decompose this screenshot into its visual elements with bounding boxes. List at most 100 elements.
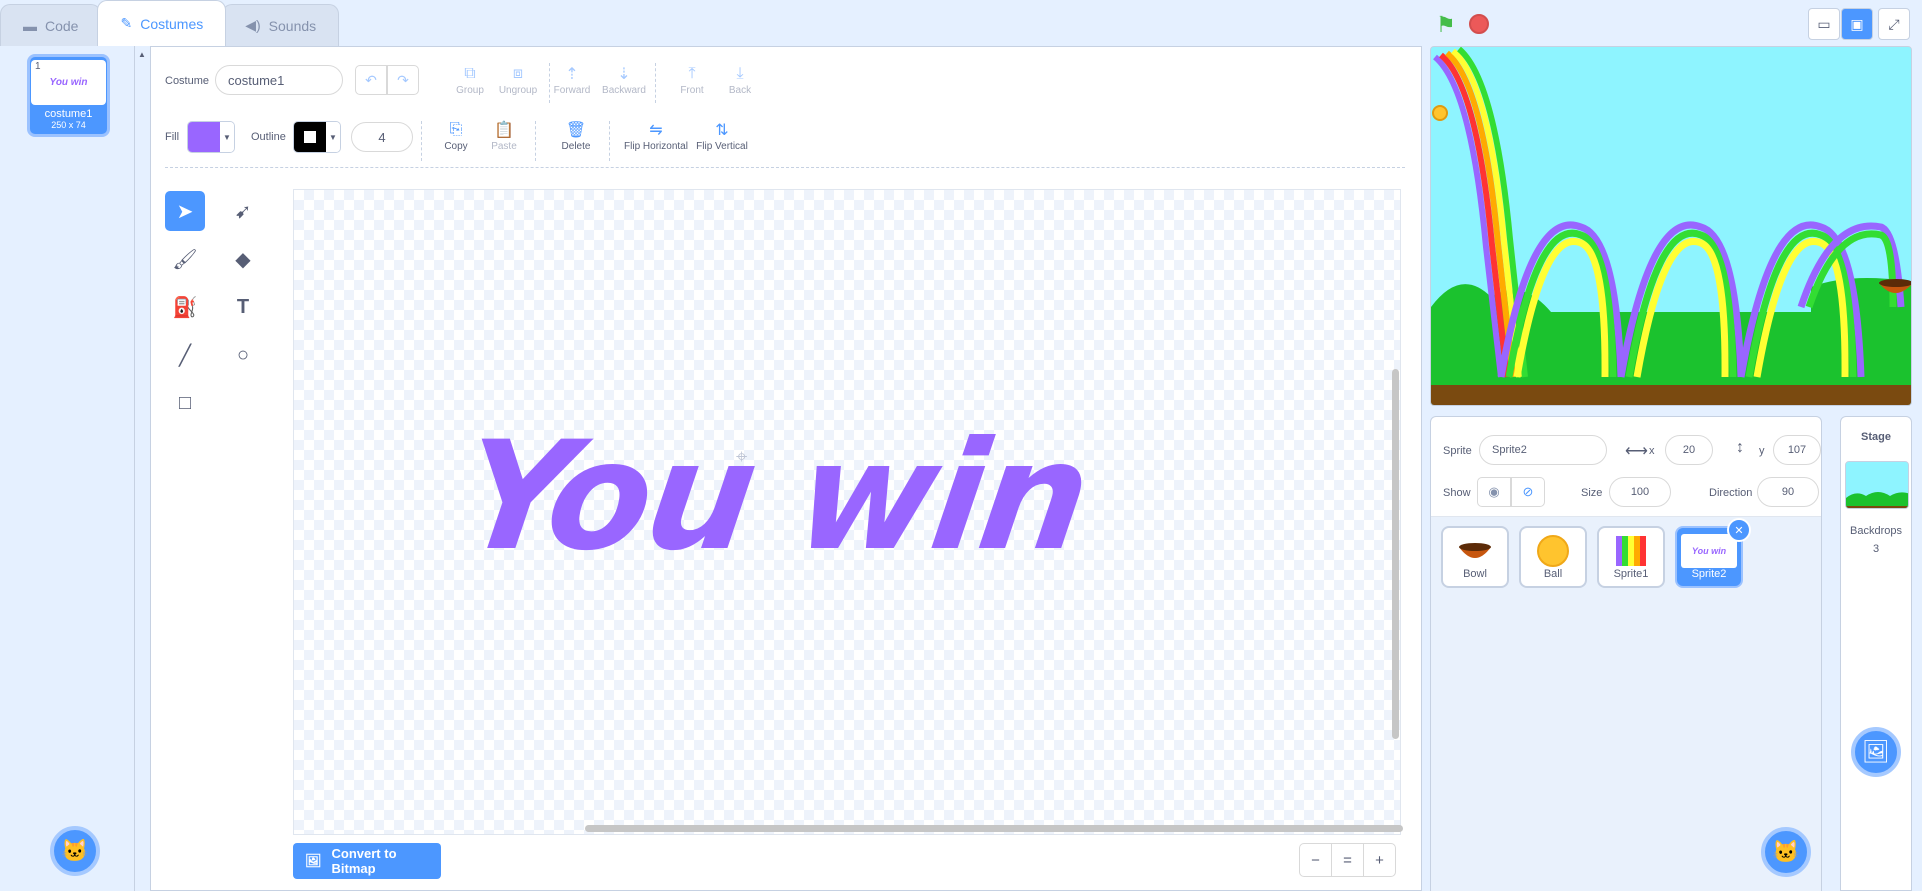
flip-vertical-label: Flip Vertical: [696, 141, 748, 152]
group-label: Group: [456, 85, 484, 96]
group-button[interactable]: ⧉ Group: [445, 63, 495, 107]
y-position-input[interactable]: 107: [1773, 435, 1821, 465]
back-button[interactable]: ⤓ Back: [715, 63, 765, 107]
undo-button[interactable]: ↶: [355, 65, 387, 95]
y-label: y: [1759, 445, 1765, 457]
brush-tool[interactable]: 🖌: [165, 239, 205, 279]
flip-vertical-button[interactable]: ⇅ Flip Vertical: [691, 119, 753, 163]
sprite-tile-sprite2[interactable]: You win Sprite2 ✕: [1675, 518, 1751, 588]
outline-width-input[interactable]: 4: [351, 122, 413, 152]
delete-sprite-button[interactable]: ✕: [1727, 518, 1751, 542]
toolbar-divider: [535, 121, 536, 161]
back-label: Back: [728, 85, 752, 96]
brush-icon: ✎: [120, 15, 133, 31]
editor-toolbar-top: Costume costume1 ↶ ↷ ⧉ Group ⧈ Ungroup ⇡ Fo…: [165, 63, 1385, 103]
paste-button[interactable]: 📋 Paste: [479, 119, 529, 163]
ball-thumbnail: [1531, 534, 1575, 568]
front-button[interactable]: ⤒ Front: [667, 63, 717, 107]
outline-color-picker[interactable]: ▼: [293, 121, 341, 153]
undo-icon: ↶: [365, 71, 377, 88]
paste-icon: 📋: [494, 122, 514, 139]
text-tool[interactable]: T: [223, 287, 263, 327]
sprite-tile-label: Ball: [1543, 568, 1563, 580]
stage-title: Stage: [1861, 431, 1891, 443]
stage-target-pane[interactable]: Stage Backdrops 3 🖼: [1840, 416, 1912, 891]
horizontal-scrollbar[interactable]: [585, 825, 1403, 832]
sprite-name-input[interactable]: Sprite2: [1479, 435, 1607, 465]
size-input[interactable]: 100: [1609, 477, 1671, 507]
ungroup-button[interactable]: ⧈ Ungroup: [493, 63, 543, 107]
eraser-tool[interactable]: ◆: [223, 239, 263, 279]
costume-text-you-win[interactable]: You win: [452, 410, 1097, 584]
show-sprite-button[interactable]: ◉: [1477, 477, 1511, 507]
sprite-tile-label: Bowl: [1463, 568, 1487, 580]
toolbar-divider: [421, 121, 422, 161]
fill-color-picker[interactable]: ▼: [187, 121, 235, 153]
cat-plus-icon: 🐱: [1772, 839, 1800, 864]
delete-label: Delete: [561, 141, 591, 152]
x-position-input[interactable]: 20: [1665, 435, 1713, 465]
rectangle-tool[interactable]: □: [165, 383, 205, 423]
direction-input[interactable]: 90: [1757, 477, 1819, 507]
cat-plus-icon: 🐱: [61, 838, 89, 863]
redo-button[interactable]: ↷: [387, 65, 419, 95]
circle-tool[interactable]: ○: [223, 335, 263, 375]
small-stage-button[interactable]: ▭: [1808, 8, 1840, 40]
backward-label: Backward: [602, 85, 646, 96]
sprite-tile-sprite1[interactable]: Sprite1: [1597, 526, 1665, 588]
tab-sounds-label: Sounds: [268, 17, 317, 34]
delete-button[interactable]: 🗑 Delete: [551, 119, 601, 163]
fill-label: Fill: [165, 131, 180, 143]
redo-icon: ↷: [397, 71, 409, 88]
forward-button[interactable]: ⇡ Forward: [547, 63, 597, 107]
flip-horizontal-button[interactable]: ⇋ Flip Horizontal: [621, 119, 691, 163]
add-costume-button[interactable]: 🐱: [50, 826, 100, 876]
fullscreen-button[interactable]: ⤢: [1878, 8, 1910, 40]
add-backdrop-button[interactable]: 🖼: [1851, 727, 1901, 777]
fill-tool[interactable]: ⛽: [165, 287, 205, 327]
add-sprite-button[interactable]: 🐱: [1761, 827, 1811, 877]
sprite-list: Bowl Ball Sprite1 You win Sprite2 ✕ 🐱: [1431, 517, 1821, 891]
costume-name-input[interactable]: costume1: [215, 65, 343, 95]
tab-code-label: Code: [45, 17, 79, 34]
copy-button[interactable]: ⎘ Copy: [431, 119, 481, 163]
sprite-pane: Sprite Sprite2 ⟷ x 20 ↕ y 107 Show ◉ ⊘ S…: [1430, 416, 1822, 891]
convert-to-bitmap-label: Convert to Bitmap: [331, 846, 397, 876]
eraser-icon: ◆: [235, 248, 251, 271]
costume-name-label: Costume: [165, 75, 210, 87]
scroll-up-arrow-icon[interactable]: ▲: [138, 50, 146, 59]
zoom-out-button[interactable]: −: [1299, 843, 1332, 877]
group-icon: ⧉: [464, 65, 476, 82]
backward-button[interactable]: ⇣ Backward: [599, 63, 649, 107]
normal-stage-button[interactable]: ▣: [1841, 8, 1873, 40]
circle-icon: ○: [236, 343, 250, 366]
outline-color-swatch: [294, 122, 326, 152]
zoom-in-button[interactable]: +: [1363, 843, 1396, 877]
stage-canvas[interactable]: [1430, 46, 1912, 406]
tab-costumes[interactable]: ✎ Costumes: [97, 0, 227, 46]
zoom-reset-button[interactable]: =: [1331, 843, 1364, 877]
sprite-tile-label: Sprite2: [1691, 568, 1727, 580]
back-icon: ⤓: [736, 65, 744, 82]
line-tool[interactable]: ╱: [165, 335, 205, 375]
stop-button[interactable]: [1469, 14, 1489, 34]
sprite-tile-ball[interactable]: Ball: [1519, 526, 1587, 588]
paint-canvas[interactable]: You win ⌖: [293, 189, 1401, 835]
vertical-scrollbar[interactable]: [1392, 369, 1399, 739]
backward-icon: ⇣: [617, 66, 631, 83]
convert-to-bitmap-button[interactable]: 🖼 Convert to Bitmap: [293, 843, 441, 879]
tab-code[interactable]: ▬ Code: [0, 4, 102, 46]
reshape-tool[interactable]: ➹: [223, 191, 263, 231]
select-tool[interactable]: ➤: [165, 191, 205, 231]
green-flag-button[interactable]: ⚑: [1436, 12, 1456, 38]
tab-sounds[interactable]: ◀) Sounds: [222, 4, 340, 46]
outline-label: Outline: [251, 131, 286, 143]
toolbar-divider: [655, 63, 656, 103]
costume-list: 1 You win costume1 250 x 74 🐱: [0, 46, 135, 891]
forward-icon: ⇡: [565, 66, 579, 83]
hide-sprite-button[interactable]: ⊘: [1511, 477, 1545, 507]
green-flag-icon: ⚑: [1436, 12, 1456, 37]
costume-item[interactable]: 1 You win costume1 250 x 74: [27, 54, 110, 137]
zoom-in-icon: +: [1375, 851, 1384, 869]
sprite-tile-bowl[interactable]: Bowl: [1441, 526, 1509, 588]
